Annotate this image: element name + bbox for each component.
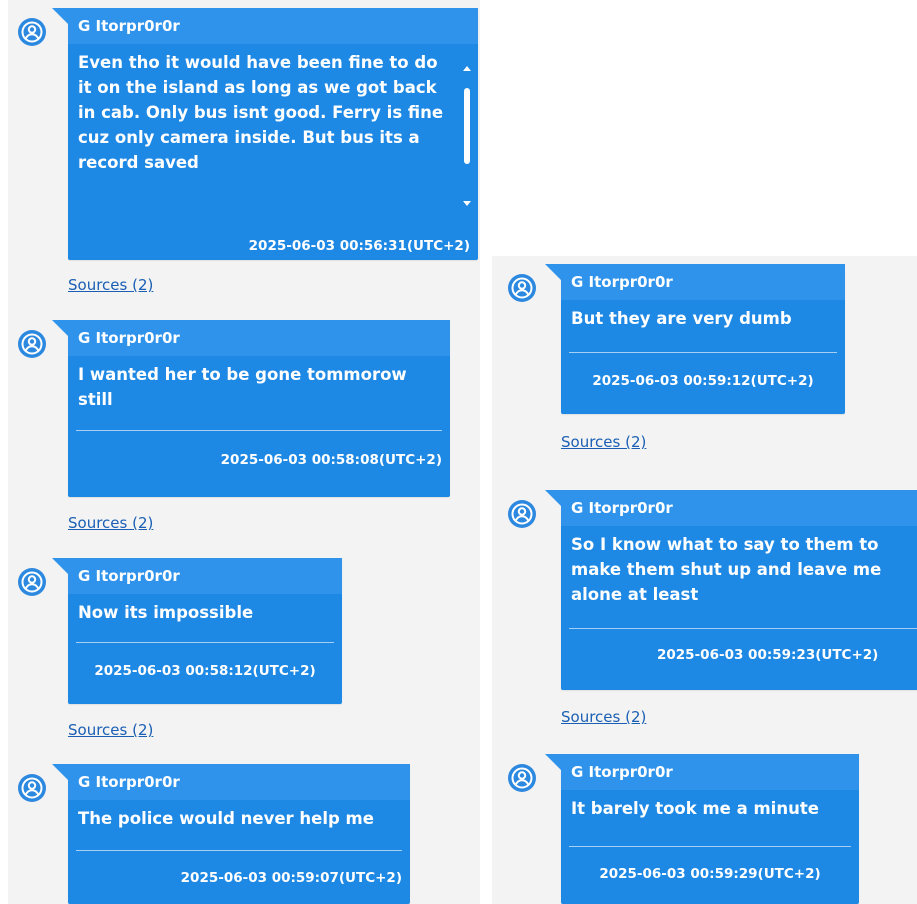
message-bubble: G Itorpr0r0r I wanted her to be gone tom…: [52, 320, 450, 497]
message-text: So I know what to say to them to make th…: [571, 535, 882, 604]
sender-name: G Itorpr0r0r: [68, 558, 342, 594]
right-message-column: G Itorpr0r0r But they are very dumb 2025…: [492, 256, 917, 904]
scroll-thumb[interactable]: [464, 88, 470, 164]
user-avatar-icon: [18, 568, 46, 596]
sources-link[interactable]: Sources (2): [68, 276, 153, 294]
user-avatar-icon: [18, 774, 46, 802]
user-avatar-icon: [18, 330, 46, 358]
sender-name: G Itorpr0r0r: [561, 264, 845, 300]
message-text: It barely took me a minute: [571, 799, 819, 818]
sender-name: G Itorpr0r0r: [68, 8, 478, 44]
message-item: G Itorpr0r0r I wanted her to be gone tom…: [8, 312, 480, 542]
message-item: G Itorpr0r0r Even tho it would have been…: [8, 0, 480, 300]
message-item: G Itorpr0r0r The police would never help…: [8, 756, 480, 904]
message-bubble: G Itorpr0r0r So I know what to say to th…: [545, 490, 917, 690]
user-avatar-icon: [508, 764, 536, 792]
message-bubble: G Itorpr0r0r It barely took me a minute …: [545, 754, 859, 904]
sources-link[interactable]: Sources (2): [68, 514, 153, 532]
message-timestamp: 2025-06-03 00:58:12(UTC+2): [94, 663, 316, 679]
message-item: G Itorpr0r0r Now its impossible 2025-06-…: [8, 550, 480, 750]
sender-name: G Itorpr0r0r: [68, 320, 450, 356]
scroll-down-icon[interactable]: [463, 201, 471, 206]
user-avatar-icon: [18, 18, 46, 46]
message-timestamp: 2025-06-03 00:56:31(UTC+2): [248, 238, 470, 254]
sources-link[interactable]: Sources (2): [68, 721, 153, 739]
scroll-up-icon[interactable]: [463, 66, 471, 71]
message-item: G Itorpr0r0r It barely took me a minute …: [492, 746, 917, 904]
user-avatar-icon: [508, 500, 536, 528]
message-bubble: G Itorpr0r0r But they are very dumb 2025…: [545, 264, 845, 414]
message-timestamp: 2025-06-03 00:59:12(UTC+2): [592, 373, 814, 389]
message-item: G Itorpr0r0r So I know what to say to th…: [492, 482, 917, 732]
sender-name: G Itorpr0r0r: [561, 490, 917, 526]
sender-name: G Itorpr0r0r: [561, 754, 859, 790]
sources-link[interactable]: Sources (2): [561, 708, 646, 726]
sources-link[interactable]: Sources (2): [561, 433, 646, 451]
sender-name: G Itorpr0r0r: [68, 764, 410, 800]
message-bubble: G Itorpr0r0r Even tho it would have been…: [52, 8, 478, 260]
message-bubble: G Itorpr0r0r Now its impossible 2025-06-…: [52, 558, 342, 704]
left-message-column: G Itorpr0r0r Even tho it would have been…: [8, 0, 480, 904]
user-avatar-icon: [508, 274, 536, 302]
message-timestamp: 2025-06-03 00:58:08(UTC+2): [220, 452, 442, 468]
message-item: G Itorpr0r0r But they are very dumb 2025…: [492, 256, 917, 456]
message-text: But they are very dumb: [571, 309, 792, 328]
message-timestamp: 2025-06-03 00:59:07(UTC+2): [180, 870, 402, 886]
message-bubble: G Itorpr0r0r The police would never help…: [52, 764, 410, 904]
message-text: I wanted her to be gone tommorow still: [78, 365, 407, 409]
message-timestamp: 2025-06-03 00:59:23(UTC+2): [657, 647, 879, 663]
message-timestamp: 2025-06-03 00:59:29(UTC+2): [599, 866, 821, 882]
message-text: The police would never help me: [78, 809, 374, 828]
message-text: Now its impossible: [78, 603, 254, 622]
message-text: Even tho it would have been fine to do i…: [78, 53, 444, 172]
message-scrollbar[interactable]: [460, 66, 474, 206]
